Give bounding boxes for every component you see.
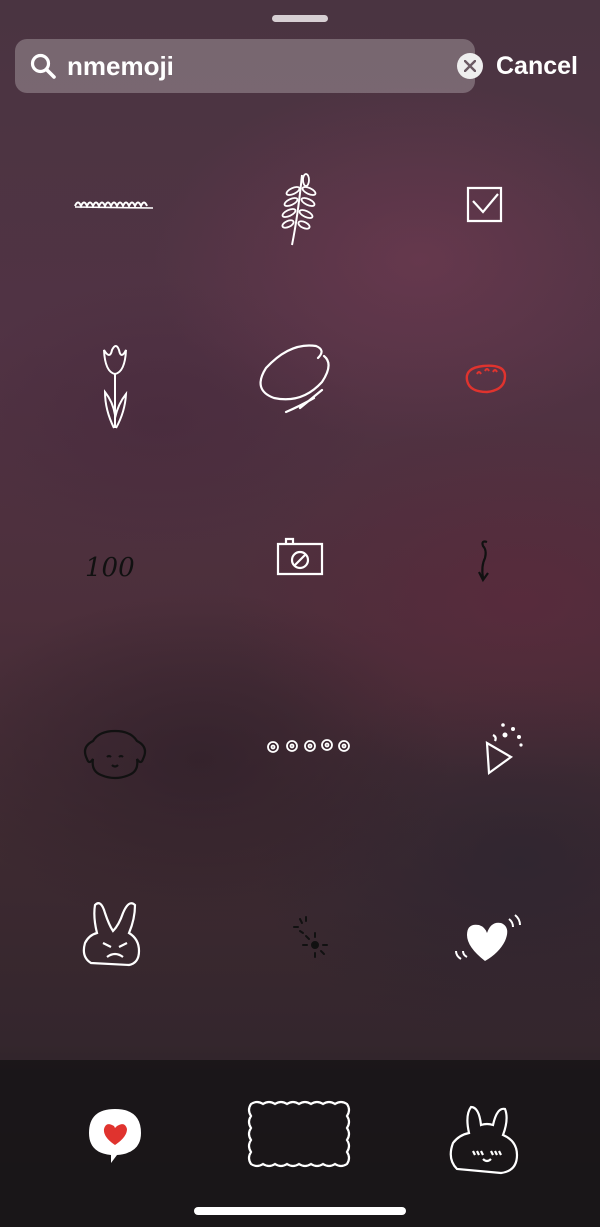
search-query[interactable]: nmemoji	[67, 51, 174, 81]
leaf-branch-sticker[interactable]	[200, 110, 400, 300]
party-popper-sticker[interactable]	[385, 650, 585, 840]
heart-sticker[interactable]	[385, 830, 585, 1020]
bunny-blush-sticker[interactable]	[385, 1070, 585, 1200]
home-indicator[interactable]	[194, 1207, 406, 1215]
sparkle-sticker[interactable]	[200, 830, 400, 1020]
puppy-face-sticker[interactable]	[15, 650, 215, 840]
sticker-tray	[0, 1060, 600, 1227]
bread-sticker[interactable]	[385, 285, 585, 475]
cancel-button[interactable]: Cancel	[496, 52, 578, 81]
magnifier-icon	[30, 53, 56, 79]
hundred-text: 100	[85, 553, 135, 583]
flower-row-sticker[interactable]	[200, 650, 400, 840]
search-field[interactable]: nmemoji	[15, 39, 483, 93]
angry-bunny-sticker[interactable]	[15, 830, 215, 1020]
squiggle-line-sticker[interactable]	[15, 110, 215, 300]
clear-x-icon[interactable]	[457, 53, 483, 79]
heart-speech-bubble-sticker[interactable]	[15, 1070, 215, 1200]
circle-scribble-sticker[interactable]	[200, 285, 400, 475]
hundred-sticker[interactable]: 100	[15, 465, 215, 655]
tulip-sticker[interactable]	[15, 285, 215, 475]
sheet-grabber[interactable]	[272, 15, 328, 22]
camera-sticker[interactable]	[200, 465, 400, 655]
checkbox-sticker[interactable]	[385, 110, 585, 300]
wavy-frame-sticker[interactable]	[200, 1070, 400, 1200]
arrow-sticker[interactable]	[385, 465, 585, 655]
